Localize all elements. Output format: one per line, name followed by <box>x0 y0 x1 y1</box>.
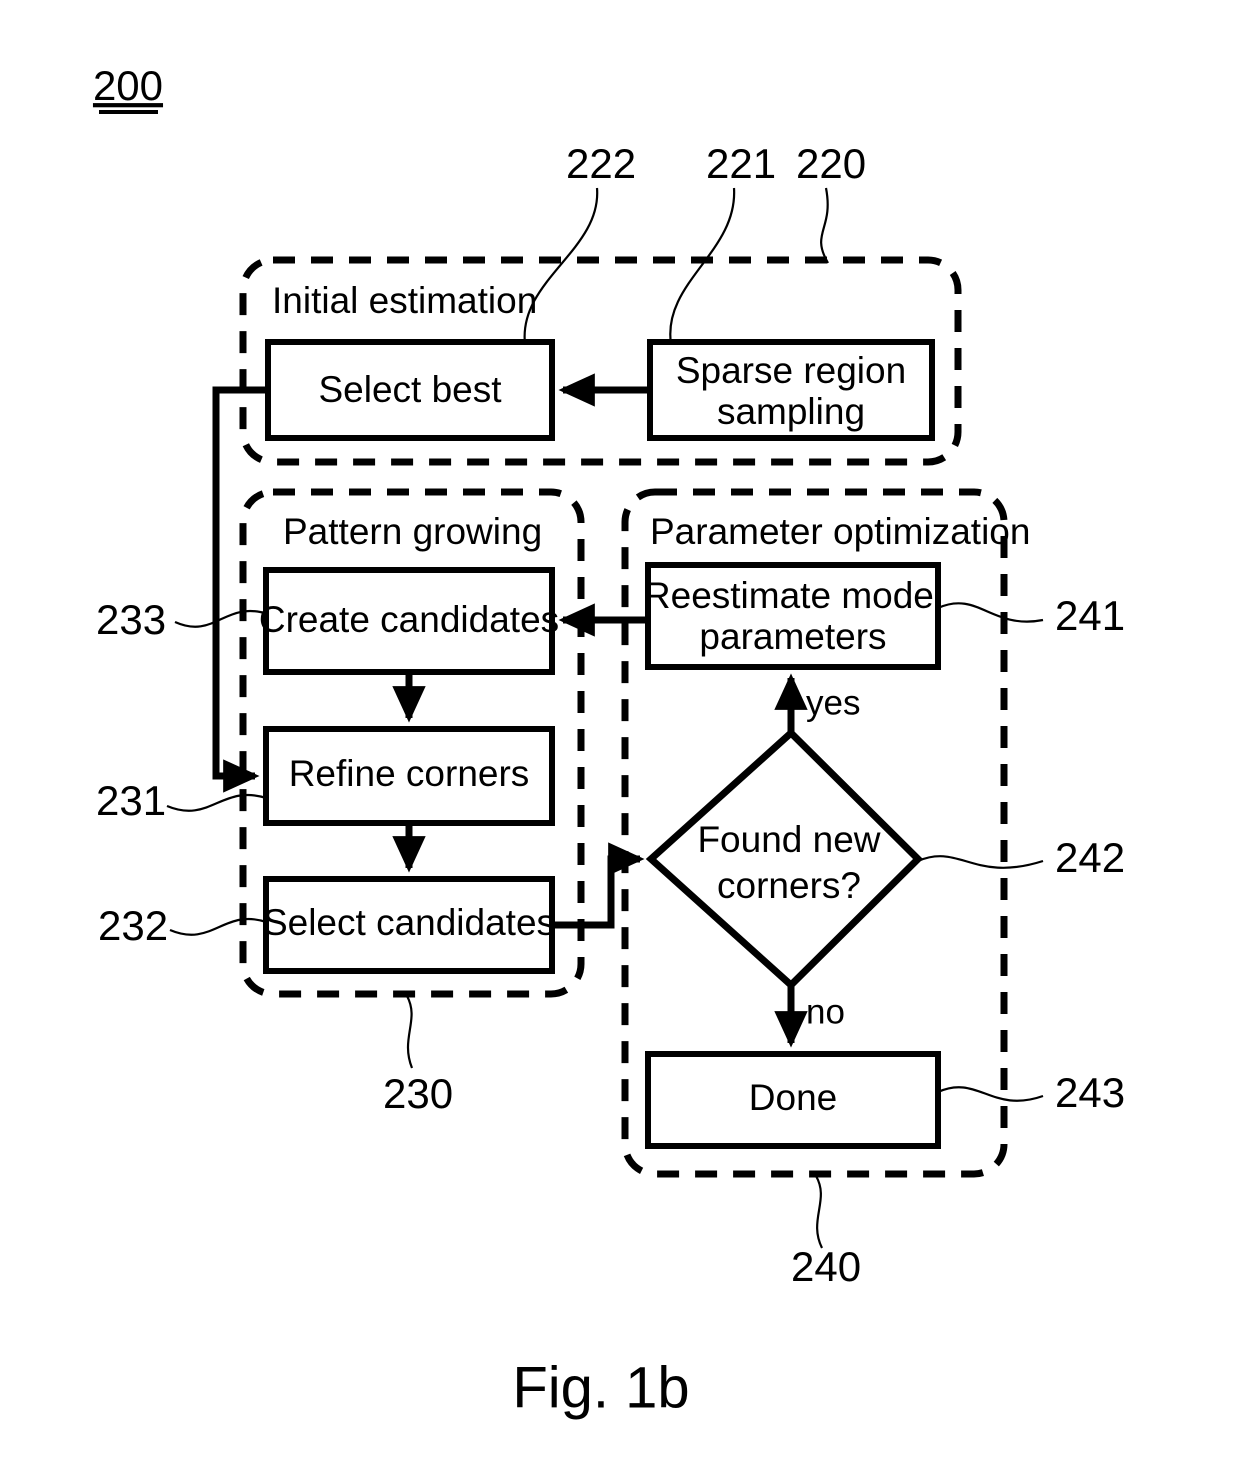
node-create-candidates[interactable]: Create candidates <box>259 567 559 675</box>
ref-leader-243-line <box>937 1086 1044 1102</box>
group-initial-estimation-title: Initial estimation <box>272 280 537 321</box>
node-done-label: Done <box>749 1077 837 1118</box>
node-reestimate-model-parameters-label-line1: Reestimate model <box>644 575 942 616</box>
ref-number-233: 233 <box>96 596 166 643</box>
figure-id-label: 200 <box>93 62 163 109</box>
flowchart-svg: 200 Initial estimation Select best Spars… <box>93 62 1125 1420</box>
ref-leader-241-line <box>937 602 1044 623</box>
ref-leader-222: 222 <box>523 140 636 345</box>
ref-number-222: 222 <box>566 140 636 187</box>
ref-leader-230: 230 <box>383 995 453 1117</box>
node-found-new-corners-label-line2: corners? <box>717 865 861 906</box>
ref-leader-220: 220 <box>796 140 866 264</box>
ref-number-230: 230 <box>383 1070 453 1117</box>
ref-leader-242: 242 <box>917 834 1125 881</box>
ref-leader-243: 243 <box>937 1069 1125 1116</box>
node-select-candidates-label: Select candidates <box>263 902 555 943</box>
ref-number-243: 243 <box>1055 1069 1125 1116</box>
patent-figure: 200 Initial estimation Select best Spars… <box>0 0 1240 1474</box>
ref-number-240: 240 <box>791 1243 861 1290</box>
node-done[interactable]: Done <box>645 1051 941 1149</box>
node-found-new-corners-label-line1: Found new <box>697 819 880 860</box>
edge-label-yes: yes <box>806 683 860 722</box>
figure-caption: Fig. 1b <box>512 1355 689 1420</box>
node-select-best[interactable]: Select best <box>265 339 555 441</box>
group-pattern-growing-title: Pattern growing <box>283 511 542 552</box>
ref-leader-240: 240 <box>791 1175 861 1290</box>
node-sparse-region-sampling-label-line1: Sparse region <box>676 350 906 391</box>
edge-label-no: no <box>806 992 845 1031</box>
ref-leader-220-line <box>820 187 829 264</box>
ref-number-241: 241 <box>1055 592 1125 639</box>
node-select-best-label: Select best <box>318 369 502 410</box>
ref-leader-242-line <box>917 855 1044 869</box>
ref-leader-231-line <box>166 793 267 812</box>
node-reestimate-model-parameters[interactable]: Reestimate model parameters <box>644 562 942 670</box>
ref-leader-240-line <box>815 1175 823 1249</box>
ref-number-221: 221 <box>706 140 776 187</box>
node-found-new-corners[interactable]: Found new corners? <box>645 728 923 990</box>
ref-leader-232-line <box>169 917 267 936</box>
node-sparse-region-sampling[interactable]: Sparse region sampling <box>647 339 935 441</box>
ref-leader-221-line <box>669 187 736 345</box>
node-select-candidates[interactable]: Select candidates <box>263 876 555 974</box>
ref-leader-221: 221 <box>669 140 776 345</box>
node-sparse-region-sampling-label-line2: sampling <box>717 391 865 432</box>
node-refine-corners-label: Refine corners <box>289 753 530 794</box>
ref-number-232: 232 <box>98 902 168 949</box>
ref-leader-241: 241 <box>937 592 1125 639</box>
node-refine-corners[interactable]: Refine corners <box>263 726 555 826</box>
ref-leader-230-line <box>406 995 414 1069</box>
ref-number-220: 220 <box>796 140 866 187</box>
figure-id-group: 200 <box>93 62 163 114</box>
group-parameter-optimization-title: Parameter optimization <box>650 511 1030 552</box>
ref-number-231: 231 <box>96 777 166 824</box>
node-reestimate-model-parameters-label-line2: parameters <box>699 616 886 657</box>
node-create-candidates-label: Create candidates <box>259 599 559 640</box>
ref-number-242: 242 <box>1055 834 1125 881</box>
ref-leader-233-line <box>174 609 269 628</box>
